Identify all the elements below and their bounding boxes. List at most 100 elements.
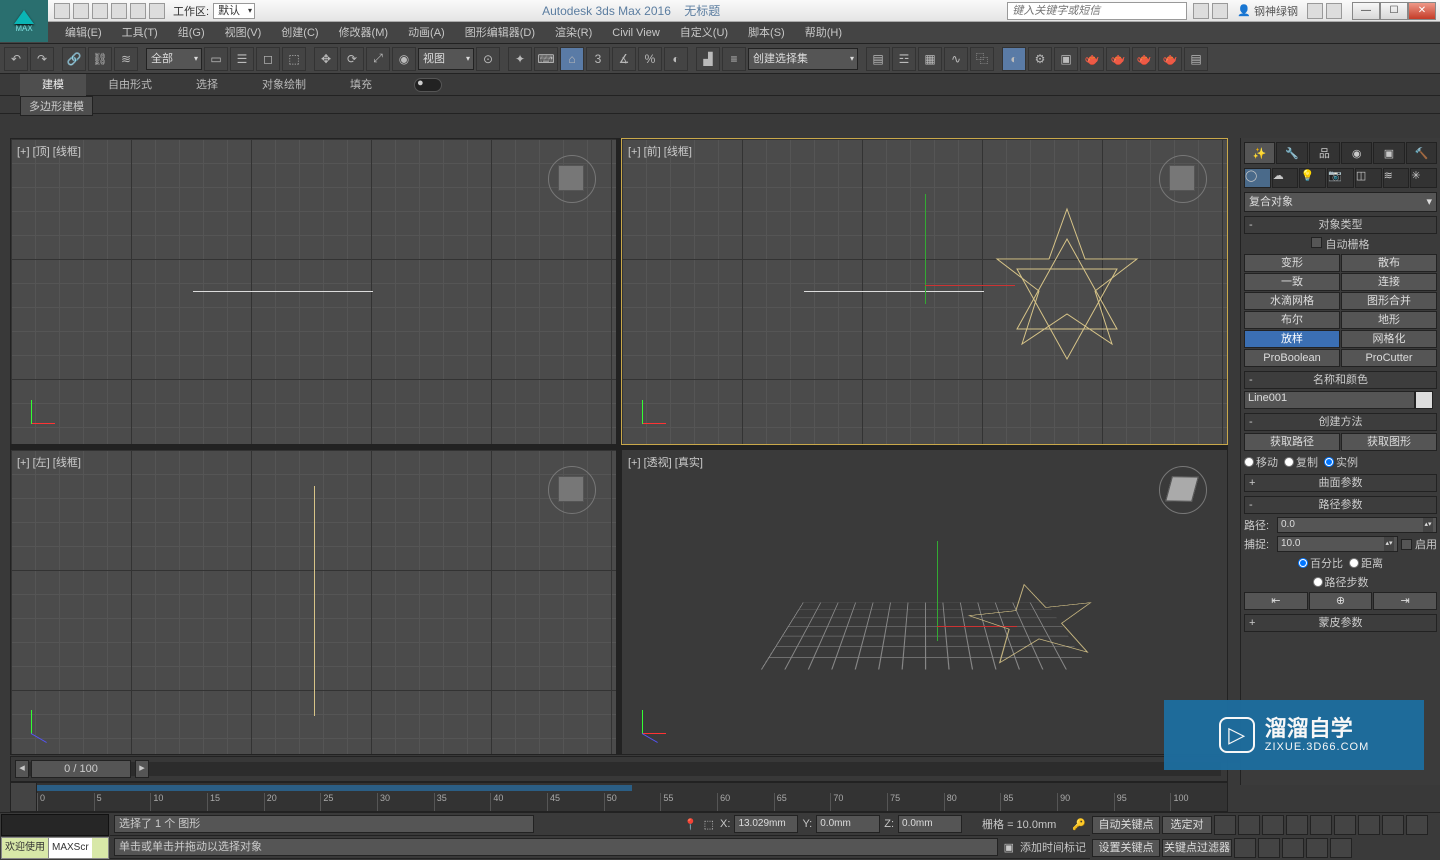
nav-maximize-button[interactable] — [1282, 838, 1304, 858]
toggle-ribbon-button[interactable]: ▦ — [918, 47, 942, 71]
maxscript-mini-listener[interactable] — [1, 814, 109, 836]
bind-spacewarp-button[interactable]: ≋ — [114, 47, 138, 71]
curve-editor-button[interactable]: ∿ — [944, 47, 968, 71]
play-prev-button[interactable] — [1238, 815, 1260, 835]
menu-脚本(S)[interactable]: 脚本(S) — [738, 22, 795, 44]
keyfilter-button[interactable]: 关键点过滤器 — [1162, 839, 1232, 857]
snap-toggle-button[interactable]: ⌂ — [560, 47, 584, 71]
render-production-button[interactable]: 🫖 — [1080, 47, 1104, 71]
spacewarps-cat-button[interactable]: ≋ — [1383, 168, 1410, 188]
utilities-tab[interactable]: 🔨 — [1406, 142, 1437, 164]
placement-button[interactable]: ◉ — [392, 47, 416, 71]
scale-button[interactable]: ⤢ — [366, 47, 390, 71]
menu-自定义(U)[interactable]: 自定义(U) — [670, 22, 738, 44]
objtype-一致[interactable]: 一致 — [1244, 273, 1340, 291]
objtype-放样[interactable]: 放样 — [1244, 330, 1340, 348]
get-shape-button[interactable]: 获取图形 — [1341, 433, 1437, 451]
qat-open-icon[interactable] — [73, 3, 89, 19]
viewport-top[interactable]: [+] [顶] [线框] — [10, 138, 617, 445]
objtype-ProBoolean[interactable]: ProBoolean — [1244, 349, 1340, 367]
pick-main-button[interactable]: ⊕ — [1309, 592, 1373, 610]
keyboard-shortcut-button[interactable]: ⌨ — [534, 47, 558, 71]
ribbon-panel-polymodeling[interactable]: 多边形建模 — [20, 96, 93, 116]
viewport-perspective[interactable]: [+] [透视] [真实] — [621, 449, 1228, 756]
qat-save-icon[interactable] — [92, 3, 108, 19]
objtype-水滴网格[interactable]: 水滴网格 — [1244, 292, 1340, 310]
rollout-name-color[interactable]: -名称和颜色 — [1244, 371, 1437, 389]
transform-y-input[interactable]: 0.0mm — [816, 815, 880, 833]
use-pivot-button[interactable]: ⊙ — [476, 47, 500, 71]
rollout-creation-method[interactable]: -创建方法 — [1244, 413, 1437, 431]
nav-zoomall-button[interactable] — [1358, 815, 1380, 835]
play-end-button[interactable] — [1310, 815, 1332, 835]
create-tab[interactable]: ✨ — [1244, 142, 1275, 164]
menu-帮助(H)[interactable]: 帮助(H) — [795, 22, 852, 44]
selected-only-dropdown[interactable]: 选定对 — [1162, 816, 1212, 834]
time-config-button[interactable] — [1234, 838, 1256, 858]
undo-button[interactable]: ↶ — [4, 47, 28, 71]
objtype-布尔[interactable]: 布尔 — [1244, 311, 1340, 329]
track-bar[interactable]: 0510152025303540455055606570758085909510… — [10, 782, 1228, 812]
ribbon-tab-objectpaint[interactable]: 对象绘制 — [240, 74, 328, 96]
select-by-name-button[interactable]: ☰ — [230, 47, 254, 71]
rendered-frame-button[interactable]: ▣ — [1054, 47, 1078, 71]
redo-button[interactable]: ↷ — [30, 47, 54, 71]
help-search-input[interactable] — [1007, 2, 1187, 20]
rollout-object-type[interactable]: -对象类型 — [1244, 216, 1437, 234]
render-setup-button[interactable]: ⚙ — [1028, 47, 1052, 71]
rollout-skin-params[interactable]: +蒙皮参数 — [1244, 614, 1437, 632]
nav-zoomext-button[interactable] — [1306, 838, 1328, 858]
key-lock-icon[interactable]: 🔑 — [1072, 818, 1086, 831]
viewcube-persp[interactable] — [1155, 462, 1211, 518]
percent-snap-button[interactable]: ∡ — [612, 47, 636, 71]
get-path-button[interactable]: 获取路径 — [1244, 433, 1340, 451]
render-preset-button[interactable]: ▤ — [1184, 47, 1208, 71]
render-iterative-button[interactable]: 🫖 — [1106, 47, 1130, 71]
selection-filter-dropdown[interactable]: 全部 — [146, 48, 202, 70]
ribbon-tab-freeform[interactable]: 自由形式 — [86, 74, 174, 96]
systems-cat-button[interactable]: ✳ — [1410, 168, 1437, 188]
nav-region-button[interactable] — [1330, 838, 1352, 858]
path-spinner[interactable]: 0.0▴▾ — [1277, 517, 1437, 533]
modify-tab[interactable]: 🔧 — [1276, 142, 1307, 164]
viewcube-top[interactable] — [544, 151, 600, 207]
pathsteps-radio[interactable] — [1313, 577, 1323, 587]
close-button[interactable]: ✕ — [1408, 2, 1436, 20]
mirror-button[interactable]: ▟ — [696, 47, 720, 71]
add-time-tag-icon[interactable]: ▣ — [1004, 841, 1014, 854]
render-activeshade-button[interactable]: 🫖 — [1132, 47, 1156, 71]
category-dropdown[interactable]: 复合对象 — [1244, 192, 1437, 212]
objtype-图形合并[interactable]: 图形合并 — [1341, 292, 1437, 310]
instance-radio[interactable] — [1324, 457, 1334, 467]
copy-radio[interactable] — [1284, 457, 1294, 467]
nav-pan-button[interactable] — [1406, 815, 1428, 835]
spinner-snap-button[interactable]: % — [638, 47, 662, 71]
helpers-cat-button[interactable]: ◫ — [1355, 168, 1382, 188]
cameras-cat-button[interactable]: 📷 — [1327, 168, 1354, 188]
motion-tab[interactable]: ◉ — [1341, 142, 1372, 164]
menu-创建(C)[interactable]: 创建(C) — [271, 22, 328, 44]
time-slider-knob[interactable]: 0 / 100 — [31, 760, 131, 778]
viewcube-left[interactable] — [544, 462, 600, 518]
time-prev-button[interactable]: ◂ — [15, 760, 29, 778]
menu-渲染(R)[interactable]: 渲染(R) — [545, 22, 602, 44]
transform-x-input[interactable]: 13.029mm — [734, 815, 798, 833]
nav-orbit-button[interactable] — [1258, 838, 1280, 858]
ribbon-minimize-toggle[interactable] — [414, 78, 442, 92]
shapes-cat-button[interactable]: ☁ — [1272, 168, 1299, 188]
menu-视图(V)[interactable]: 视图(V) — [215, 22, 272, 44]
search-icon[interactable] — [1193, 3, 1209, 19]
pick-prev-button[interactable]: ⇤ — [1244, 592, 1308, 610]
toggle-layer-button[interactable]: ▤ — [866, 47, 890, 71]
align-button[interactable]: ≡ — [722, 47, 746, 71]
enable-checkbox[interactable] — [1401, 539, 1412, 550]
signed-in-user[interactable]: 👤 钢神绿钢 — [1237, 3, 1298, 19]
menu-Civil View[interactable]: Civil View — [602, 22, 669, 44]
workspace-dropdown[interactable]: 默认 — [213, 3, 255, 19]
rollout-path-params[interactable]: -路径参数 — [1244, 496, 1437, 514]
rotate-button[interactable]: ⟳ — [340, 47, 364, 71]
viewcube-front[interactable] — [1155, 151, 1211, 207]
move-radio[interactable] — [1244, 457, 1254, 467]
time-next-button[interactable]: ▸ — [135, 760, 149, 778]
app-menu-button[interactable]: MAX — [0, 0, 48, 42]
